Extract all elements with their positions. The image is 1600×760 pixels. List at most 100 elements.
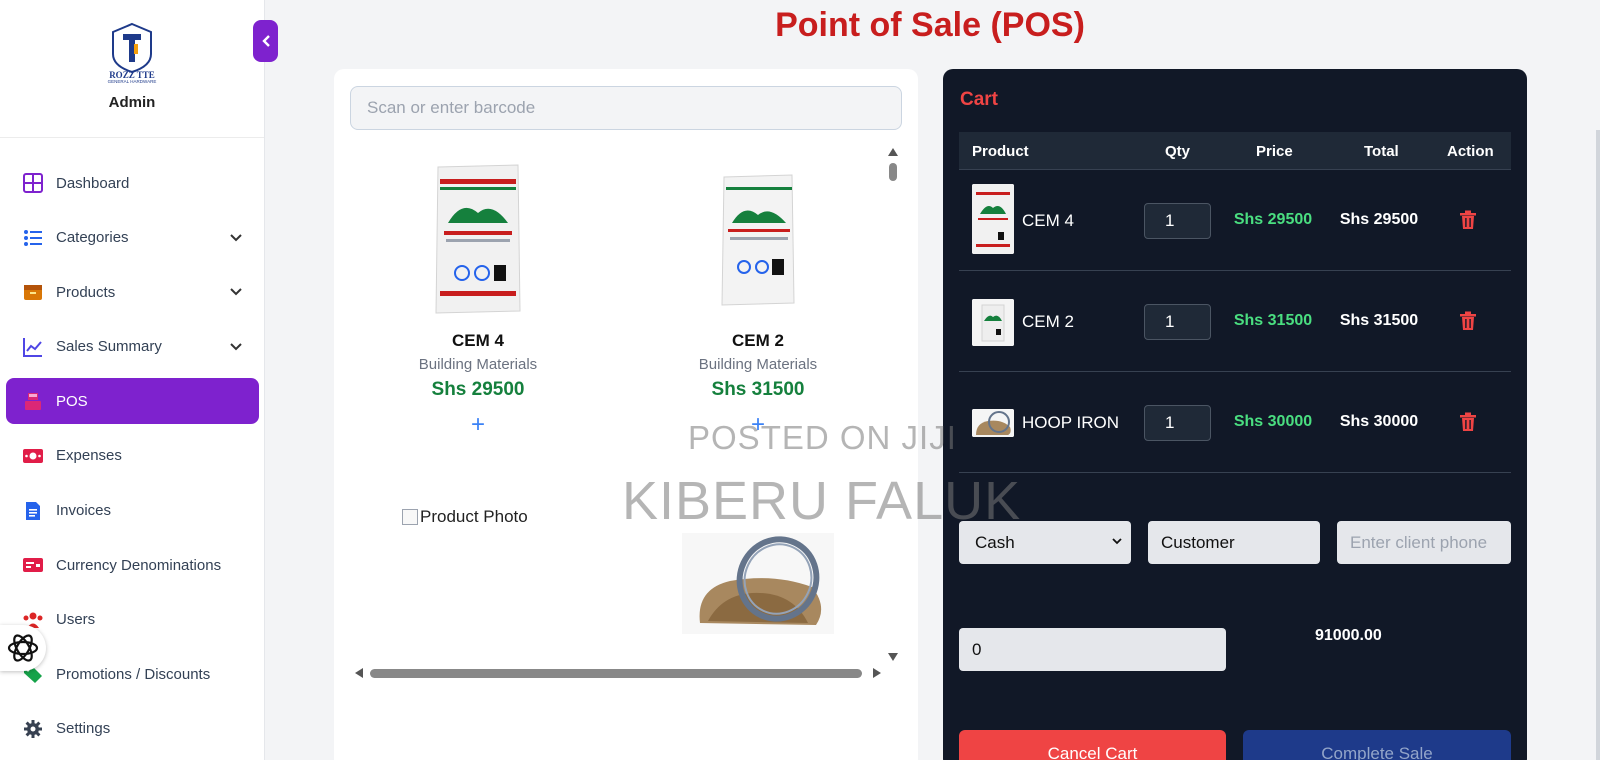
chevron-down-icon (230, 233, 242, 242)
cart-item-thumbnail (972, 299, 1014, 346)
sidebar-nav: Dashboard Categories Products Sales Summ… (0, 160, 265, 760)
trash-icon[interactable] (1459, 311, 1477, 331)
sidebar-item-sales-summary[interactable]: Sales Summary (6, 324, 259, 370)
sidebar-item-invoices[interactable]: Invoices (6, 488, 259, 534)
product-image-hoop-iron (682, 533, 834, 634)
page-title: Point of Sale (POS) (775, 6, 1085, 44)
product-photo-alt: Product Photo (420, 507, 528, 526)
sidebar-item-pos[interactable]: POS (6, 378, 259, 425)
amount-paid-input[interactable] (959, 628, 1226, 671)
product-card[interactable]: CEM 2 Building Materials Shs 31500 + (658, 161, 858, 437)
chart-line-icon (22, 336, 44, 358)
cash-register-icon (22, 390, 44, 412)
sidebar-item-label: Products (56, 283, 116, 301)
header-qty: Qty (1165, 143, 1191, 160)
sidebar-item-settings[interactable]: Settings (6, 706, 259, 752)
product-image-cement-bag (721, 174, 795, 306)
brand-tagline: GENERAL HARDWARE (108, 79, 157, 84)
trash-icon[interactable] (1459, 412, 1477, 432)
cart-item-total: Shs 29500 (1339, 211, 1419, 228)
scroll-right-arrow[interactable] (872, 667, 882, 679)
sidebar-item-currency-denominations[interactable]: Currency Denominations (6, 542, 259, 588)
chevron-down-icon (230, 288, 242, 296)
product-panel: CEM 4 Building Materials Shs 29500 + CEM… (334, 69, 918, 760)
product-price: Shs 29500 (431, 379, 525, 400)
dashboard-icon (22, 172, 44, 194)
product-price: Shs 31500 (711, 379, 805, 400)
sidebar-item-promotions[interactable]: Promotions / Discounts (6, 651, 259, 697)
user-role: Admin (108, 94, 156, 111)
sidebar-item-users[interactable]: Users (6, 597, 259, 643)
product-category: Building Materials (418, 356, 538, 373)
sidebar-item-categories[interactable]: Categories (6, 215, 259, 261)
cart-item-name: HOOP IRON (1022, 413, 1119, 432)
cart-item-price: Shs 29500 (1233, 211, 1313, 228)
sidebar-item-label: Categories (56, 229, 129, 247)
scroll-up-arrow[interactable] (887, 147, 899, 157)
product-card[interactable]: CEM 4 Building Materials Shs 29500 + (378, 161, 578, 437)
cart-panel: Cart Product Qty Price Total Action CEM … (943, 69, 1527, 760)
product-photo-broken: Product Photo (402, 507, 528, 527)
grand-total: 91000.00 (1315, 627, 1382, 644)
watermark-posted-on: POSTED ON JIJI (688, 419, 957, 456)
collapse-sidebar-button[interactable] (253, 20, 278, 62)
cart-item-price: Shs 30000 (1233, 413, 1313, 430)
sidebar-item-label: Dashboard (56, 174, 130, 192)
sidebar-item-label: Currency Denominations (56, 556, 222, 574)
product-name: CEM 2 (732, 331, 784, 350)
chevron-down-icon (230, 343, 242, 351)
money-card-icon (22, 554, 44, 576)
quantity-input[interactable] (1144, 405, 1211, 441)
customer-name-input[interactable] (1148, 521, 1320, 564)
complete-sale-button[interactable]: Complete Sale (1243, 730, 1511, 760)
openai-icon (7, 634, 39, 662)
sidebar-item-label: Settings (56, 720, 111, 738)
quantity-input[interactable] (1144, 203, 1211, 239)
cart-item-name: CEM 4 (1022, 211, 1074, 230)
file-invoice-icon (22, 500, 44, 522)
trash-icon[interactable] (1459, 210, 1477, 230)
product-category: Building Materials (698, 356, 818, 373)
sidebar-item-label: Promotions / Discounts (56, 665, 211, 683)
gear-icon (22, 718, 44, 740)
brand-logo: ROZZ TTE GENERAL HARDWARE (108, 22, 157, 84)
cart-row: CEM 2 Shs 31500 Shs 31500 (959, 271, 1511, 372)
sidebar-item-expenses[interactable]: Expenses (6, 433, 259, 479)
product-image-cement-bag (435, 164, 521, 314)
cart-item-name: CEM 2 (1022, 312, 1074, 331)
cart-item-price: Shs 31500 (1233, 312, 1313, 329)
cart-row: CEM 4 Shs 29500 Shs 29500 (959, 170, 1511, 271)
sidebar-item-label: Expenses (56, 447, 122, 465)
sidebar-item-dashboard[interactable]: Dashboard (6, 160, 259, 206)
ai-assistant-button[interactable] (0, 625, 46, 671)
sidebar-item-products[interactable]: Products (6, 269, 259, 315)
money-bill-icon (22, 445, 44, 467)
cancel-cart-button[interactable]: Cancel Cart (959, 730, 1226, 760)
product-name: CEM 4 (452, 331, 504, 350)
watermark-seller: KIBERU FALUK (622, 471, 1022, 531)
cart-row: HOOP IRON Shs 30000 Shs 30000 (959, 372, 1511, 473)
client-phone-input[interactable] (1337, 521, 1511, 564)
list-icon (22, 227, 44, 249)
add-to-cart-button[interactable]: + (378, 413, 578, 437)
payment-method-value: Cash (975, 532, 1015, 552)
header-price: Price (1256, 143, 1293, 160)
cart-title: Cart (960, 89, 999, 110)
cart-item-thumbnail (972, 184, 1014, 254)
scroll-left-arrow[interactable] (354, 667, 364, 679)
horizontal-scrollbar-thumb[interactable] (370, 669, 862, 678)
broken-image-icon (402, 509, 418, 525)
scroll-down-arrow[interactable] (887, 652, 899, 662)
cart-table-header: Product Qty Price Total Action (959, 132, 1511, 170)
barcode-input[interactable] (350, 86, 902, 130)
header-total: Total (1364, 143, 1399, 160)
chevron-left-icon (261, 35, 270, 47)
sidebar-item-label: POS (56, 392, 88, 410)
sidebar-item-label: Invoices (56, 502, 112, 520)
page-scrollbar[interactable] (1596, 130, 1600, 760)
sidebar-item-label: Sales Summary (56, 338, 162, 356)
quantity-input[interactable] (1144, 304, 1211, 340)
chevron-down-icon (1112, 538, 1122, 545)
sidebar-item-label: Users (56, 611, 96, 629)
vertical-scrollbar-thumb[interactable] (889, 163, 897, 181)
